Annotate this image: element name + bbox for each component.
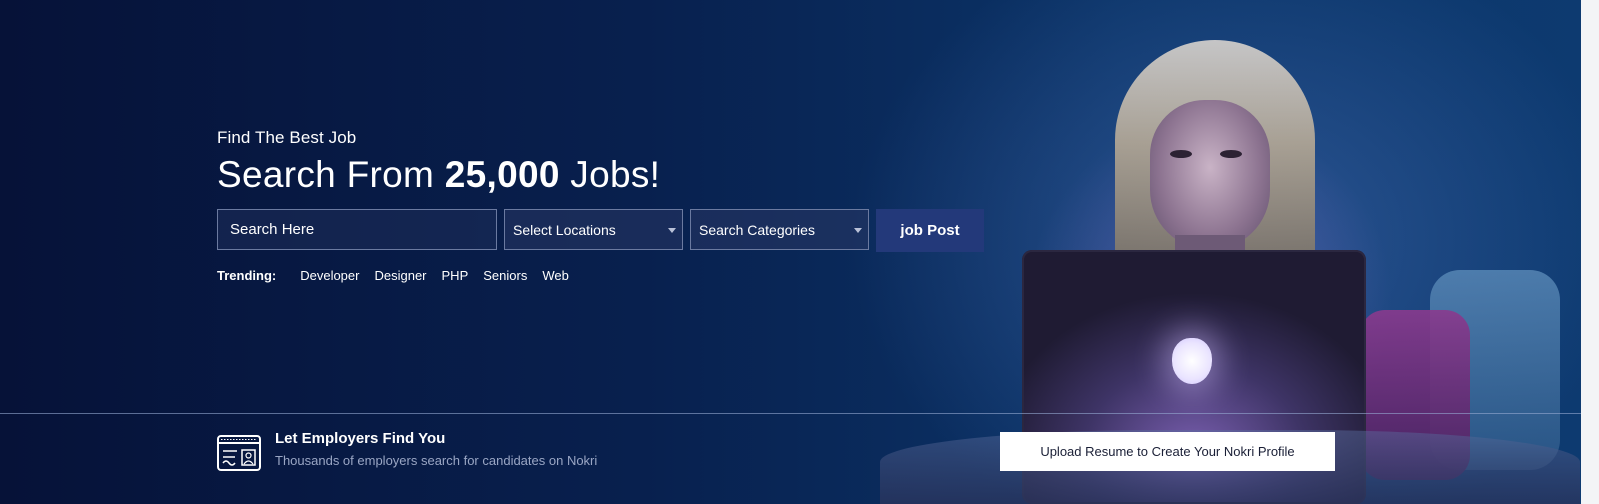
employer-cta: Let Employers Find You Thousands of empl…: [217, 430, 597, 471]
person-eye-right: [1220, 150, 1242, 158]
trending-tag-web[interactable]: Web: [542, 268, 569, 283]
resume-browser-icon: [217, 435, 261, 471]
hero-content: Find The Best Job Search From 25,000 Job…: [217, 128, 984, 283]
trending-tags: Trending: Developer Designer PHP Seniors…: [217, 268, 984, 283]
cta-subtitle: Thousands of employers search for candid…: [275, 453, 598, 468]
headline-prefix: Search From: [217, 154, 435, 195]
page-edge: [1581, 0, 1599, 504]
trending-label: Trending:: [217, 268, 277, 283]
hero-section: Find The Best Job Search From 25,000 Job…: [0, 0, 1599, 504]
chevron-down-icon: [668, 228, 676, 233]
upload-resume-button[interactable]: Upload Resume to Create Your Nokri Profi…: [1000, 432, 1335, 471]
trending-tag-seniors[interactable]: Seniors: [483, 268, 527, 283]
person-face: [1150, 100, 1270, 250]
chevron-down-icon: [854, 228, 862, 233]
person-eye-left: [1170, 150, 1192, 158]
search-input[interactable]: [217, 209, 497, 250]
trending-tag-developer[interactable]: Developer: [300, 268, 359, 283]
trending-tag-designer[interactable]: Designer: [374, 268, 426, 283]
trending-tag-php[interactable]: PHP: [442, 268, 469, 283]
hero-headline: Search From 25,000 Jobs!: [217, 154, 984, 196]
location-select[interactable]: Select Locations: [504, 209, 683, 250]
headline-number: 25,000: [444, 154, 560, 195]
location-select-label: Select Locations: [513, 221, 616, 238]
headline-suffix: Jobs!: [570, 154, 661, 195]
cta-text: Let Employers Find You Thousands of empl…: [275, 430, 597, 468]
job-post-button[interactable]: job Post: [876, 209, 984, 252]
search-bar: Select Locations Search Categories job P…: [217, 209, 984, 252]
hero-subtitle: Find The Best Job: [217, 128, 357, 147]
section-divider: [0, 413, 1581, 414]
category-select-label: Search Categories: [699, 221, 815, 238]
apple-logo-icon: [1172, 338, 1212, 384]
category-select[interactable]: Search Categories: [690, 209, 869, 250]
cta-title: Let Employers Find You: [275, 430, 446, 447]
